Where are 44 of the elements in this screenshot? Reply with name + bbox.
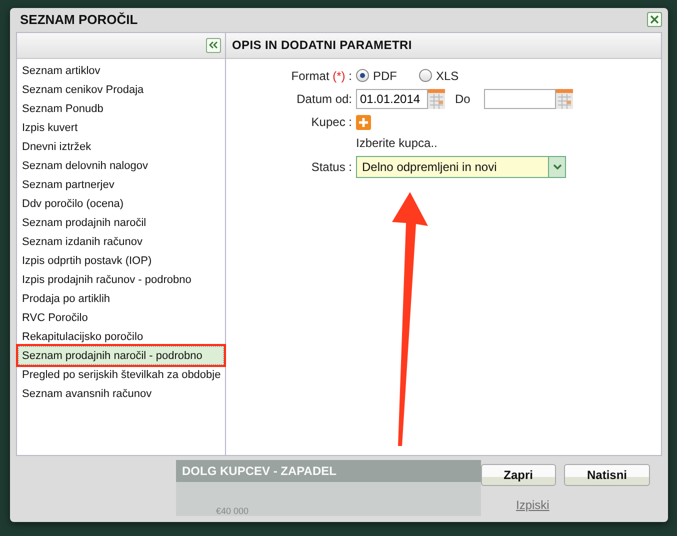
close-icon	[650, 15, 659, 24]
report-list-item[interactable]: Seznam delovnih nalogov	[18, 156, 224, 175]
customer-label: Kupec :	[310, 115, 353, 130]
report-list-item[interactable]: Rekapitulacijsko poročilo	[18, 326, 224, 346]
report-list-item[interactable]: Seznam avansnih računov	[18, 384, 224, 403]
report-list-item[interactable]: Seznam artiklov	[18, 60, 224, 80]
report-list-item[interactable]: Izpis odprtih postavk (IOP)	[18, 250, 224, 270]
chevron-down-icon	[552, 164, 562, 170]
plus-icon	[359, 118, 368, 127]
dialog-title: SEZNAM POROČIL	[20, 12, 138, 28]
status-label: Status :	[310, 160, 353, 174]
customer-hint: Izberite kupca..	[356, 136, 438, 150]
background-axis-label: €40 000	[215, 506, 250, 516]
report-list-item[interactable]: Seznam partnerjev	[18, 174, 224, 194]
dialog-button[interactable]: Natisni	[564, 464, 650, 486]
dialog-button[interactable]: Zapri	[480, 464, 556, 486]
report-list-item[interactable]: Dnevni iztržek	[18, 136, 224, 156]
date-from-label: Datum od:	[296, 92, 353, 106]
format-radio-option[interactable]: PDF	[356, 68, 397, 83]
report-list-item[interactable]: Seznam izdanih računov	[18, 232, 224, 251]
background-panel-title: DOLG KUPCEV - ZAPADEL	[176, 460, 481, 482]
report-list-item[interactable]: Izpis kuvert	[18, 118, 224, 137]
report-list-item[interactable]: Seznam prodajnih naročil - podrobno	[18, 346, 224, 365]
report-list-item[interactable]: Seznam prodajnih naročil	[18, 212, 224, 232]
date-to-field[interactable]	[484, 88, 556, 109]
report-list-item[interactable]: Seznam cenikov Prodaja	[18, 80, 224, 99]
format-radio-option[interactable]: XLS	[419, 68, 459, 83]
double-chevron-left-icon	[209, 41, 218, 50]
format-label: Format (*) :	[290, 68, 353, 83]
status-dropdown[interactable]: Delno odpremljeni in novi	[356, 156, 566, 178]
panel-title: OPIS IN DODATNI PARAMETRI	[232, 38, 412, 52]
date-to-label: Do	[454, 92, 472, 106]
date-from-field[interactable]: 01.01.2014	[356, 88, 428, 109]
close-button[interactable]	[647, 12, 662, 28]
report-list-item[interactable]: Prodaja po artiklih	[18, 288, 224, 308]
report-list-item[interactable]: Seznam Ponudb	[18, 98, 224, 118]
report-list-item[interactable]: Izpis prodajnih računov - podrobno	[18, 270, 224, 289]
calendar-icon[interactable]	[556, 88, 574, 109]
report-list-item[interactable]: RVC Poročilo	[18, 308, 224, 327]
add-customer-button[interactable]	[356, 114, 371, 130]
calendar-icon[interactable]	[428, 88, 445, 109]
collapse-button[interactable]	[206, 38, 221, 53]
report-list-item[interactable]: Ddv poročilo (ocena)	[18, 194, 224, 213]
report-list-item[interactable]: Pregled po serijskih številkah za obdobje	[18, 364, 224, 384]
